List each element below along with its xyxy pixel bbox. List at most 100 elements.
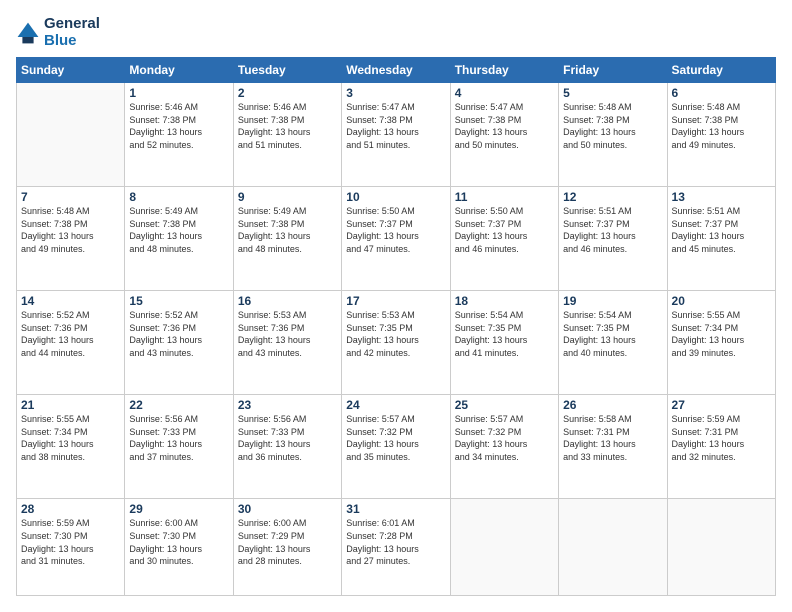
- calendar-cell: 27Sunrise: 5:59 AM Sunset: 7:31 PM Dayli…: [667, 395, 775, 499]
- day-number: 26: [563, 398, 662, 412]
- day-info: Sunrise: 5:47 AM Sunset: 7:38 PM Dayligh…: [455, 101, 554, 151]
- weekday-header-monday: Monday: [125, 58, 233, 83]
- calendar-cell: 22Sunrise: 5:56 AM Sunset: 7:33 PM Dayli…: [125, 395, 233, 499]
- calendar-cell: 12Sunrise: 5:51 AM Sunset: 7:37 PM Dayli…: [559, 187, 667, 291]
- day-info: Sunrise: 5:55 AM Sunset: 7:34 PM Dayligh…: [21, 413, 120, 463]
- day-number: 16: [238, 294, 337, 308]
- calendar-cell: 23Sunrise: 5:56 AM Sunset: 7:33 PM Dayli…: [233, 395, 341, 499]
- logo-icon: [16, 21, 40, 45]
- day-number: 13: [672, 190, 771, 204]
- day-number: 30: [238, 502, 337, 516]
- day-info: Sunrise: 5:49 AM Sunset: 7:38 PM Dayligh…: [129, 205, 228, 255]
- day-number: 3: [346, 86, 445, 100]
- day-info: Sunrise: 5:53 AM Sunset: 7:35 PM Dayligh…: [346, 309, 445, 359]
- week-row-3: 14Sunrise: 5:52 AM Sunset: 7:36 PM Dayli…: [17, 291, 776, 395]
- day-info: Sunrise: 5:48 AM Sunset: 7:38 PM Dayligh…: [21, 205, 120, 255]
- calendar-cell: 19Sunrise: 5:54 AM Sunset: 7:35 PM Dayli…: [559, 291, 667, 395]
- weekday-header-friday: Friday: [559, 58, 667, 83]
- day-info: Sunrise: 5:56 AM Sunset: 7:33 PM Dayligh…: [129, 413, 228, 463]
- week-row-1: 1Sunrise: 5:46 AM Sunset: 7:38 PM Daylig…: [17, 83, 776, 187]
- calendar-cell: 14Sunrise: 5:52 AM Sunset: 7:36 PM Dayli…: [17, 291, 125, 395]
- calendar-cell: 3Sunrise: 5:47 AM Sunset: 7:38 PM Daylig…: [342, 83, 450, 187]
- day-number: 14: [21, 294, 120, 308]
- day-info: Sunrise: 5:59 AM Sunset: 7:31 PM Dayligh…: [672, 413, 771, 463]
- week-row-4: 21Sunrise: 5:55 AM Sunset: 7:34 PM Dayli…: [17, 395, 776, 499]
- day-number: 18: [455, 294, 554, 308]
- day-number: 17: [346, 294, 445, 308]
- logo: General Blue: [16, 16, 100, 49]
- day-number: 4: [455, 86, 554, 100]
- day-number: 29: [129, 502, 228, 516]
- week-row-5: 28Sunrise: 5:59 AM Sunset: 7:30 PM Dayli…: [17, 499, 776, 596]
- calendar-cell: 13Sunrise: 5:51 AM Sunset: 7:37 PM Dayli…: [667, 187, 775, 291]
- day-info: Sunrise: 5:52 AM Sunset: 7:36 PM Dayligh…: [21, 309, 120, 359]
- calendar-cell: 17Sunrise: 5:53 AM Sunset: 7:35 PM Dayli…: [342, 291, 450, 395]
- day-number: 20: [672, 294, 771, 308]
- day-info: Sunrise: 5:50 AM Sunset: 7:37 PM Dayligh…: [455, 205, 554, 255]
- day-info: Sunrise: 5:48 AM Sunset: 7:38 PM Dayligh…: [672, 101, 771, 151]
- day-number: 25: [455, 398, 554, 412]
- calendar-cell: [559, 499, 667, 596]
- day-number: 6: [672, 86, 771, 100]
- calendar-cell: 10Sunrise: 5:50 AM Sunset: 7:37 PM Dayli…: [342, 187, 450, 291]
- day-info: Sunrise: 5:51 AM Sunset: 7:37 PM Dayligh…: [563, 205, 662, 255]
- day-number: 24: [346, 398, 445, 412]
- day-info: Sunrise: 5:57 AM Sunset: 7:32 PM Dayligh…: [455, 413, 554, 463]
- day-info: Sunrise: 5:59 AM Sunset: 7:30 PM Dayligh…: [21, 517, 120, 567]
- calendar-cell: [17, 83, 125, 187]
- day-number: 5: [563, 86, 662, 100]
- calendar-cell: 26Sunrise: 5:58 AM Sunset: 7:31 PM Dayli…: [559, 395, 667, 499]
- weekday-header-wednesday: Wednesday: [342, 58, 450, 83]
- calendar-cell: [450, 499, 558, 596]
- calendar-cell: 8Sunrise: 5:49 AM Sunset: 7:38 PM Daylig…: [125, 187, 233, 291]
- day-number: 11: [455, 190, 554, 204]
- day-number: 10: [346, 190, 445, 204]
- calendar-cell: 7Sunrise: 5:48 AM Sunset: 7:38 PM Daylig…: [17, 187, 125, 291]
- day-info: Sunrise: 6:00 AM Sunset: 7:29 PM Dayligh…: [238, 517, 337, 567]
- day-number: 22: [129, 398, 228, 412]
- day-number: 15: [129, 294, 228, 308]
- day-info: Sunrise: 5:56 AM Sunset: 7:33 PM Dayligh…: [238, 413, 337, 463]
- calendar-cell: 9Sunrise: 5:49 AM Sunset: 7:38 PM Daylig…: [233, 187, 341, 291]
- calendar-cell: 25Sunrise: 5:57 AM Sunset: 7:32 PM Dayli…: [450, 395, 558, 499]
- day-info: Sunrise: 5:49 AM Sunset: 7:38 PM Dayligh…: [238, 205, 337, 255]
- day-number: 28: [21, 502, 120, 516]
- day-number: 27: [672, 398, 771, 412]
- day-info: Sunrise: 5:46 AM Sunset: 7:38 PM Dayligh…: [238, 101, 337, 151]
- day-info: Sunrise: 6:00 AM Sunset: 7:30 PM Dayligh…: [129, 517, 228, 567]
- weekday-header-row: SundayMondayTuesdayWednesdayThursdayFrid…: [17, 58, 776, 83]
- calendar-cell: 24Sunrise: 5:57 AM Sunset: 7:32 PM Dayli…: [342, 395, 450, 499]
- calendar-table: SundayMondayTuesdayWednesdayThursdayFrid…: [16, 57, 776, 596]
- weekday-header-sunday: Sunday: [17, 58, 125, 83]
- day-number: 7: [21, 190, 120, 204]
- calendar-cell: [667, 499, 775, 596]
- weekday-header-tuesday: Tuesday: [233, 58, 341, 83]
- day-info: Sunrise: 5:52 AM Sunset: 7:36 PM Dayligh…: [129, 309, 228, 359]
- day-info: Sunrise: 5:54 AM Sunset: 7:35 PM Dayligh…: [455, 309, 554, 359]
- day-info: Sunrise: 5:46 AM Sunset: 7:38 PM Dayligh…: [129, 101, 228, 151]
- weekday-header-thursday: Thursday: [450, 58, 558, 83]
- calendar-cell: 15Sunrise: 5:52 AM Sunset: 7:36 PM Dayli…: [125, 291, 233, 395]
- calendar-cell: 4Sunrise: 5:47 AM Sunset: 7:38 PM Daylig…: [450, 83, 558, 187]
- header: General Blue: [16, 16, 776, 49]
- calendar-cell: 28Sunrise: 5:59 AM Sunset: 7:30 PM Dayli…: [17, 499, 125, 596]
- day-info: Sunrise: 5:48 AM Sunset: 7:38 PM Dayligh…: [563, 101, 662, 151]
- calendar-cell: 29Sunrise: 6:00 AM Sunset: 7:30 PM Dayli…: [125, 499, 233, 596]
- day-number: 12: [563, 190, 662, 204]
- calendar-cell: 1Sunrise: 5:46 AM Sunset: 7:38 PM Daylig…: [125, 83, 233, 187]
- day-number: 1: [129, 86, 228, 100]
- day-info: Sunrise: 5:53 AM Sunset: 7:36 PM Dayligh…: [238, 309, 337, 359]
- day-number: 19: [563, 294, 662, 308]
- calendar-cell: 6Sunrise: 5:48 AM Sunset: 7:38 PM Daylig…: [667, 83, 775, 187]
- day-info: Sunrise: 5:47 AM Sunset: 7:38 PM Dayligh…: [346, 101, 445, 151]
- calendar-cell: 11Sunrise: 5:50 AM Sunset: 7:37 PM Dayli…: [450, 187, 558, 291]
- day-info: Sunrise: 5:51 AM Sunset: 7:37 PM Dayligh…: [672, 205, 771, 255]
- calendar-cell: 16Sunrise: 5:53 AM Sunset: 7:36 PM Dayli…: [233, 291, 341, 395]
- logo-text: General Blue: [44, 16, 100, 49]
- day-number: 21: [21, 398, 120, 412]
- week-row-2: 7Sunrise: 5:48 AM Sunset: 7:38 PM Daylig…: [17, 187, 776, 291]
- day-number: 2: [238, 86, 337, 100]
- day-info: Sunrise: 5:57 AM Sunset: 7:32 PM Dayligh…: [346, 413, 445, 463]
- calendar-cell: 30Sunrise: 6:00 AM Sunset: 7:29 PM Dayli…: [233, 499, 341, 596]
- day-info: Sunrise: 5:58 AM Sunset: 7:31 PM Dayligh…: [563, 413, 662, 463]
